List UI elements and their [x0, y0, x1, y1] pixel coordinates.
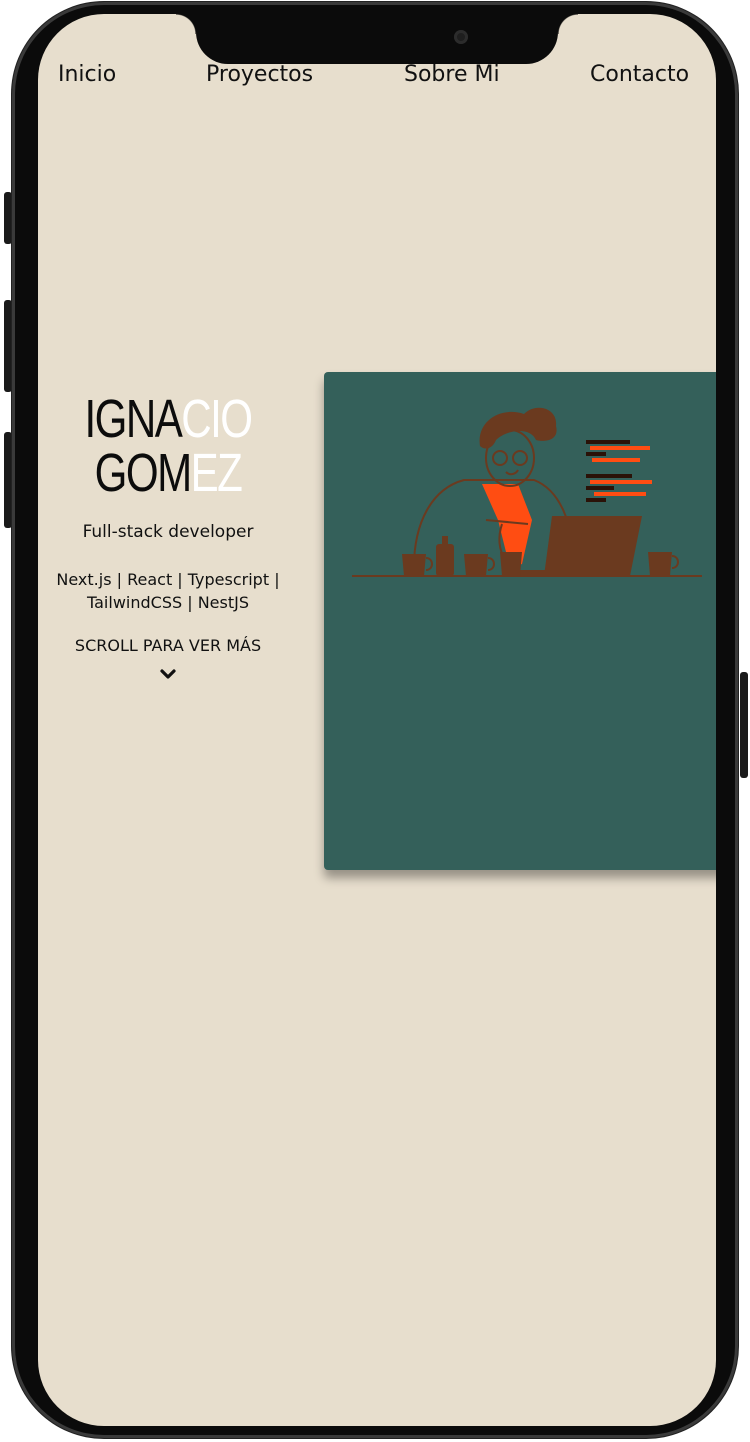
developer-illustration [352, 407, 702, 577]
tech-stack-line2: TailwindCSS | NestJS [87, 593, 249, 612]
tech-stack-line1: Next.js | React | Typescript | [56, 570, 280, 589]
mute-switch [4, 192, 12, 244]
volume-up-button [4, 300, 12, 392]
hero-name: IGNACIO GOMEZ [67, 392, 270, 500]
nav-contacto[interactable]: Contacto [590, 62, 689, 87]
name-part-light: EZ [190, 443, 243, 503]
top-nav: Inicio Proyectos Sobre Mi Contacto [38, 62, 716, 94]
scroll-hint[interactable]: SCROLL PARA VER MÁS [38, 636, 298, 655]
name-part-light: CIO [181, 389, 253, 449]
camera-icon [454, 30, 468, 44]
hero-name-line2: GOMEZ [67, 446, 270, 500]
code-lines-icon [586, 440, 652, 502]
nav-sobre-mi[interactable]: Sobre Mi [404, 62, 500, 87]
hero-role: Full-stack developer [82, 522, 254, 542]
name-part-dark: IGNA [84, 389, 183, 449]
nav-inicio[interactable]: Inicio [58, 62, 116, 87]
volume-down-button [4, 432, 12, 528]
hero-name-line1: IGNACIO [67, 392, 270, 446]
name-part-dark: GOM [94, 443, 193, 503]
nav-proyectos[interactable]: Proyectos [206, 62, 313, 87]
notch [176, 14, 578, 64]
phone-screen: Inicio Proyectos Sobre Mi Contacto IGNAC… [38, 14, 716, 1426]
tech-stack: Next.js | React | Typescript | TailwindC… [48, 568, 288, 614]
illustration-card [324, 372, 716, 870]
power-button [740, 672, 748, 778]
chevron-down-icon[interactable] [158, 664, 178, 684]
